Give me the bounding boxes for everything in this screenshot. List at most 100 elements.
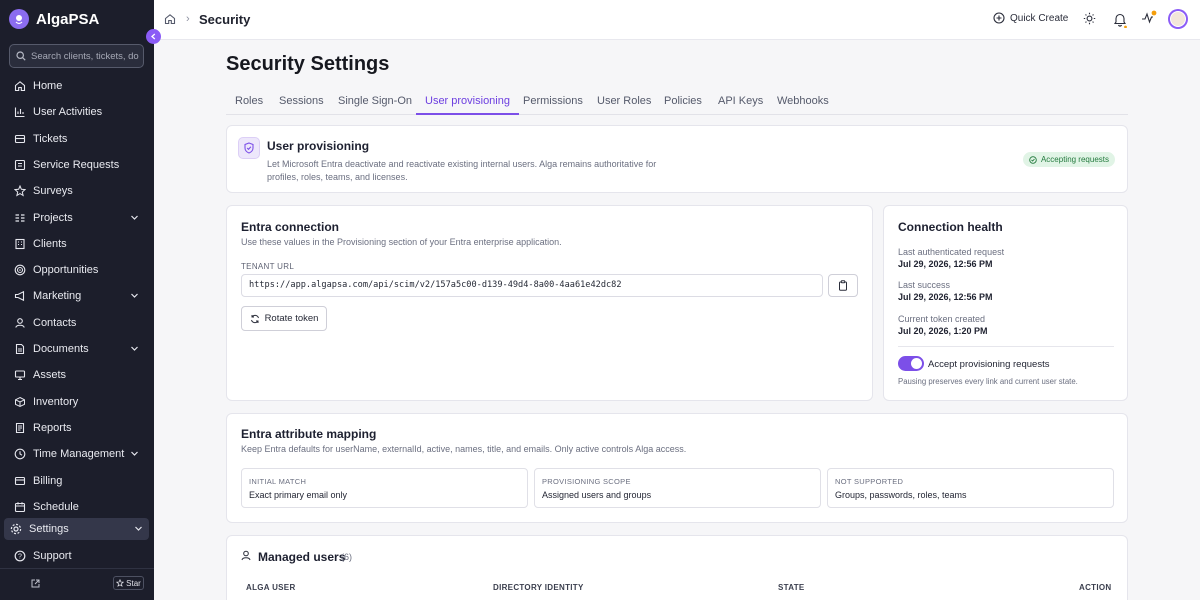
provisioning-description-line: Let Microsoft Entra deactivate and react… — [267, 159, 657, 169]
check-circle-icon — [1029, 155, 1037, 164]
mapping-box: NOT SUPPORTED Groups, passwords, roles, t… — [827, 468, 1114, 508]
star-icon — [14, 185, 26, 197]
accept-requests-toggle[interactable] — [898, 356, 924, 371]
sidebar-item-billing[interactable]: Billing — [9, 470, 145, 492]
rotate-token-button[interactable]: Rotate token — [241, 306, 327, 331]
divider — [898, 346, 1114, 347]
entra-connection-card: Entra connection Use these values in the… — [226, 205, 873, 401]
mapping-value: Assigned users and groups — [542, 490, 652, 500]
sun-icon[interactable] — [1083, 12, 1096, 25]
sidebar-item-contacts[interactable]: Contacts — [9, 312, 145, 334]
clipboard-icon — [839, 280, 847, 291]
tab-webhooks[interactable]: Webhooks — [768, 88, 838, 115]
home-icon[interactable] — [164, 13, 176, 25]
chevron-down-icon — [135, 526, 142, 531]
rotate-token-label: Rotate token — [264, 313, 319, 324]
connection-health-card: Connection health Last authenticated req… — [883, 205, 1128, 401]
last-success-label: Last success — [898, 280, 951, 290]
refresh-icon — [250, 314, 259, 323]
tab-bar: Roles Sessions Single Sign-On User provisio… — [226, 88, 1128, 115]
brand[interactable]: AlgaPSA — [9, 9, 99, 29]
token-created-label: Current token created — [898, 314, 986, 324]
monitor-icon — [14, 370, 26, 381]
sidebar-item-label: Documents — [33, 343, 89, 355]
sidebar-item-marketing[interactable]: Marketing — [9, 285, 145, 307]
search-input[interactable] — [31, 50, 139, 62]
sidebar-item-label: Surveys — [33, 185, 73, 198]
plus-circle-icon — [993, 12, 1005, 24]
sidebar-item-projects[interactable]: Projects — [9, 207, 145, 229]
sidebar-item-clients[interactable]: Clients — [9, 233, 145, 255]
sidebar-item-label: Contacts — [33, 316, 77, 329]
sidebar-item-surveys[interactable]: Surveys — [9, 180, 145, 202]
managed-users-card: Managed users (6) ALGA USER DIRECTORY ID… — [226, 535, 1128, 600]
gear-icon — [10, 523, 22, 535]
sidebar-item-service-requests[interactable]: Service Requests — [9, 154, 145, 176]
sidebar-item-label: Time Management — [33, 448, 125, 461]
sidebar-item-tickets[interactable]: Tickets — [9, 128, 145, 150]
sidebar-item-reports[interactable]: Reports — [9, 417, 145, 439]
search-box[interactable] — [9, 44, 144, 68]
tab-api-keys[interactable]: API Keys — [709, 88, 772, 115]
activity-icon[interactable] — [1141, 10, 1157, 25]
target-icon — [14, 264, 26, 276]
copy-button[interactable] — [828, 274, 858, 297]
user-avatar[interactable] — [1168, 9, 1188, 29]
collapse-sidebar-button[interactable] — [146, 29, 161, 44]
megaphone-icon — [14, 291, 25, 302]
connection-health-title: Connection health — [898, 220, 1003, 234]
avatar-image — [1170, 11, 1186, 27]
mapping-value: Groups, passwords, roles, teams — [835, 490, 967, 500]
column-header: ALGA USER — [246, 583, 296, 592]
column-header: DIRECTORY IDENTITY — [493, 583, 584, 592]
service-icon — [14, 159, 26, 170]
external-link-icon[interactable] — [31, 579, 40, 588]
sidebar-item-time-management[interactable]: Time Management — [9, 443, 145, 465]
sidebar-item-label: Marketing — [33, 290, 82, 303]
sidebar-item-assets[interactable]: Assets — [9, 364, 145, 386]
github-star-button[interactable]: Star — [113, 576, 144, 590]
sidebar-item-support[interactable]: ? Support — [9, 545, 145, 567]
tab-policies[interactable]: Policies — [655, 88, 711, 115]
star-icon — [116, 579, 125, 587]
toggle-label: Accept provisioning requests — [928, 359, 1050, 370]
brand-name: AlgaPSA — [36, 10, 100, 28]
sidebar-item-inventory[interactable]: Inventory — [9, 391, 145, 413]
alga-logo-icon — [9, 9, 29, 29]
last-success-value: Jul 29, 2026, 12:56 PM — [898, 292, 993, 302]
sidebar-item-schedule[interactable]: Schedule — [9, 496, 145, 518]
attribute-mapping-subtitle: Keep Entra defaults for userName, extern… — [241, 444, 687, 454]
sidebar-item-opportunities[interactable]: Opportunities — [9, 259, 145, 281]
contacts-icon — [15, 317, 25, 328]
bell-icon[interactable] — [1113, 12, 1127, 28]
sidebar-item-user-activities[interactable]: User Activities — [9, 101, 145, 123]
sidebar-item-label: Clients — [33, 237, 67, 250]
quick-create-button[interactable]: Quick Create — [993, 12, 1068, 24]
entra-connection-subtitle: Use these values in the Provisioning sec… — [241, 237, 562, 247]
tab-roles[interactable]: Roles — [226, 88, 272, 115]
column-header: ACTION — [1079, 583, 1112, 592]
tab-user-roles[interactable]: User Roles — [588, 88, 660, 115]
tab-permissions[interactable]: Permissions — [514, 88, 592, 115]
sidebar-item-label: Inventory — [33, 395, 79, 408]
token-created-value: Jul 20, 2026, 1:20 PM — [898, 326, 988, 336]
provisioning-description: Let Microsoft Entra deactivate and react… — [267, 158, 697, 183]
sidebar-item-documents[interactable]: Documents — [9, 338, 145, 360]
sidebar-item-home[interactable]: Home — [9, 75, 145, 97]
breadcrumb-title: Security — [199, 12, 251, 27]
ticket-icon — [14, 134, 26, 143]
report-icon — [15, 422, 25, 433]
tenant-url-field[interactable]: https://app.algapsa.com/api/scim/v2/157a… — [241, 274, 823, 297]
sidebar-item-label: User Activities — [33, 106, 103, 119]
column-header: STATE — [778, 583, 805, 592]
tab-single-sign-on[interactable]: Single Sign-On — [329, 88, 421, 115]
sidebar-item-settings[interactable]: Settings — [4, 518, 149, 540]
billing-icon — [14, 476, 26, 485]
sidebar-item-label: Reports — [33, 421, 72, 434]
sidebar-item-label: Billing — [33, 474, 63, 487]
tab-user-provisioning[interactable]: User provisioning — [416, 88, 519, 115]
chevron-down-icon — [131, 451, 138, 457]
building-icon — [15, 238, 25, 249]
tab-sessions[interactable]: Sessions — [270, 88, 333, 115]
top-bar: › Security Quick Create — [154, 0, 1200, 40]
